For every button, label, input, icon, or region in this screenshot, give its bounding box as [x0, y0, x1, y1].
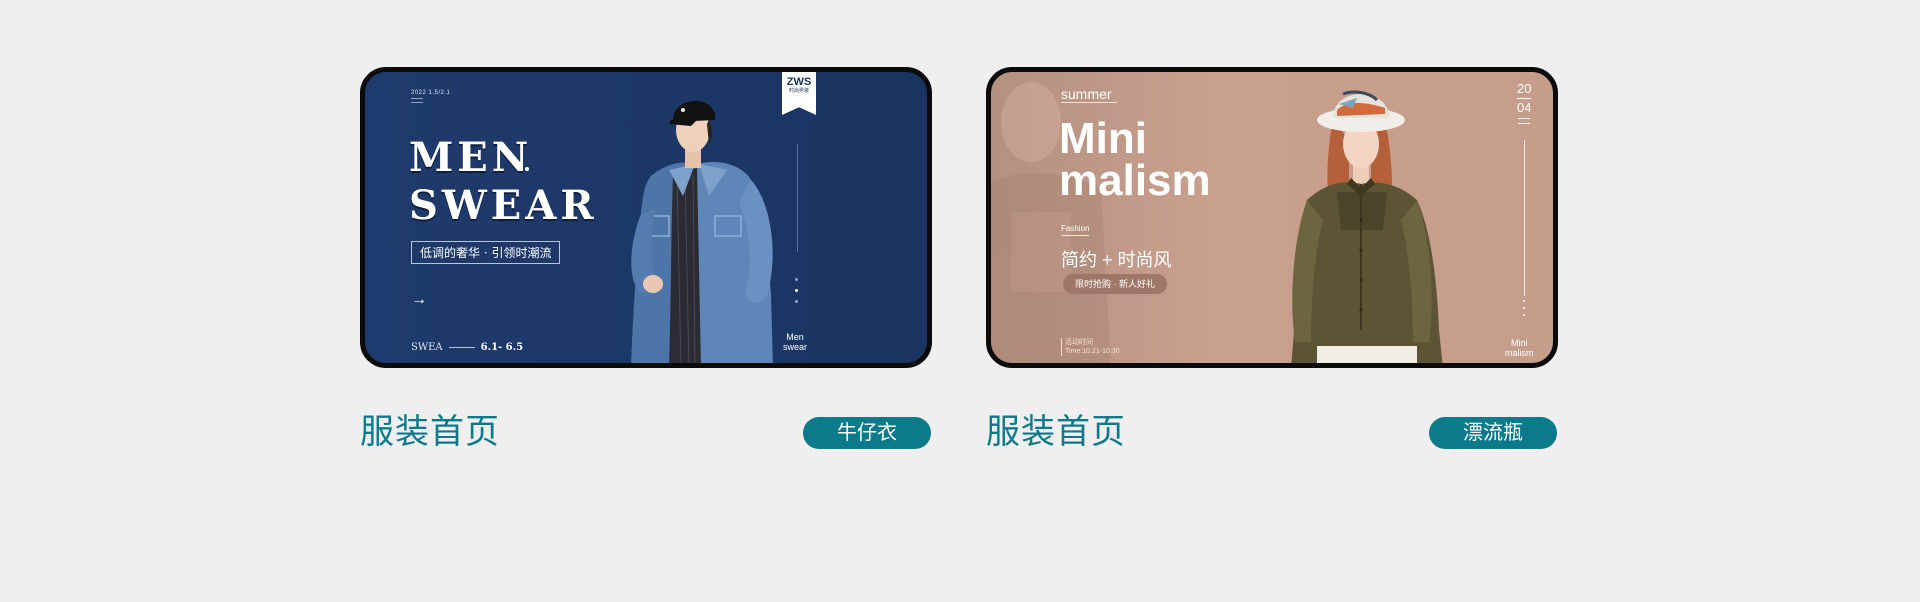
footer-dates: 6.1- 6.5	[480, 342, 524, 353]
banner-footer: SWEA 6.1- 6.5	[411, 342, 523, 353]
corner-label: Mini malism	[1505, 338, 1534, 358]
title-dot	[525, 167, 529, 171]
corner-label: Men swear	[783, 332, 807, 352]
banner-title-line2: malism	[1059, 156, 1211, 205]
banner-date: 2022 1.5/2.1	[411, 90, 451, 96]
event-time: 活动时间 Time:10.21-10.30	[1061, 338, 1120, 356]
banner-title: MEN SWEAR	[409, 134, 598, 230]
footer-divider	[448, 347, 475, 348]
arrow-right-icon[interactable]: →	[411, 291, 427, 309]
banner-card-menswear[interactable]: 2022 1.5/2.1 MEN SWEAR 低调的奢华 · 引领时潮流 → S…	[360, 67, 932, 368]
pager-dot[interactable]	[795, 278, 798, 281]
corner-line1: Men	[786, 332, 804, 342]
pager-dot[interactable]	[1523, 300, 1525, 302]
event-time-label: 活动时间	[1065, 339, 1093, 346]
vertical-divider	[797, 144, 798, 252]
pager-dot[interactable]	[795, 300, 798, 303]
pager-dot-active[interactable]	[795, 289, 798, 292]
tag-button-drift-bottle[interactable]: 漂流瓶	[1429, 417, 1557, 449]
banner-title-line1: MEN	[409, 134, 533, 181]
pager-dot[interactable]	[1523, 307, 1525, 309]
ribbon-sub: 时尚男装	[788, 88, 809, 94]
event-time-value: Time:10.21-10.30	[1065, 348, 1120, 355]
season-underline	[1061, 102, 1117, 103]
promo-pill-button[interactable]: 限时抢购 · 新人好礼	[1063, 274, 1167, 294]
season-label: summer	[1061, 86, 1112, 102]
banner-subtitle: 简约 + 时尚风	[1061, 250, 1172, 270]
year-separator	[1517, 98, 1532, 99]
carousel-pager[interactable]	[1523, 300, 1525, 316]
tag-button-denim[interactable]: 牛仔衣	[803, 417, 931, 449]
carousel-pager[interactable]	[795, 278, 798, 303]
fashion-label: Fashion	[1061, 224, 1090, 236]
year-decoration	[1518, 118, 1530, 124]
year-bottom: 04	[1517, 100, 1532, 115]
footer-label: SWEA	[411, 342, 443, 353]
banner-title: Mini malism	[1059, 114, 1211, 205]
corner-line2: malism	[1505, 348, 1534, 358]
banner-card-minimalism[interactable]: summer Mini malism Fashion 简约 + 时尚风 限时抢购…	[986, 67, 1558, 368]
corner-line2: swear	[783, 342, 808, 352]
corner-line1: Mini	[1510, 338, 1528, 348]
brand-ribbon-badge: ZWS 时尚男装	[782, 72, 816, 115]
banner-title-line2: SWEAR	[409, 182, 598, 229]
pager-dot[interactable]	[1523, 314, 1525, 316]
banner-title-line1: Mini	[1059, 114, 1147, 163]
year-label: 20 04	[1517, 82, 1531, 115]
section-title-right: 服装首页	[986, 413, 1126, 451]
model-photo-denim-jacket	[631, 100, 773, 363]
model-photo-sheer-blouse	[1291, 90, 1443, 363]
date-decoration	[411, 98, 423, 103]
ribbon-brand: ZWS	[786, 76, 812, 88]
year-top: 20	[1517, 81, 1532, 96]
section-title-left: 服装首页	[360, 413, 500, 451]
banner-subtitle: 低调的奢华 · 引领时潮流	[411, 241, 561, 264]
vertical-divider	[1524, 140, 1525, 296]
